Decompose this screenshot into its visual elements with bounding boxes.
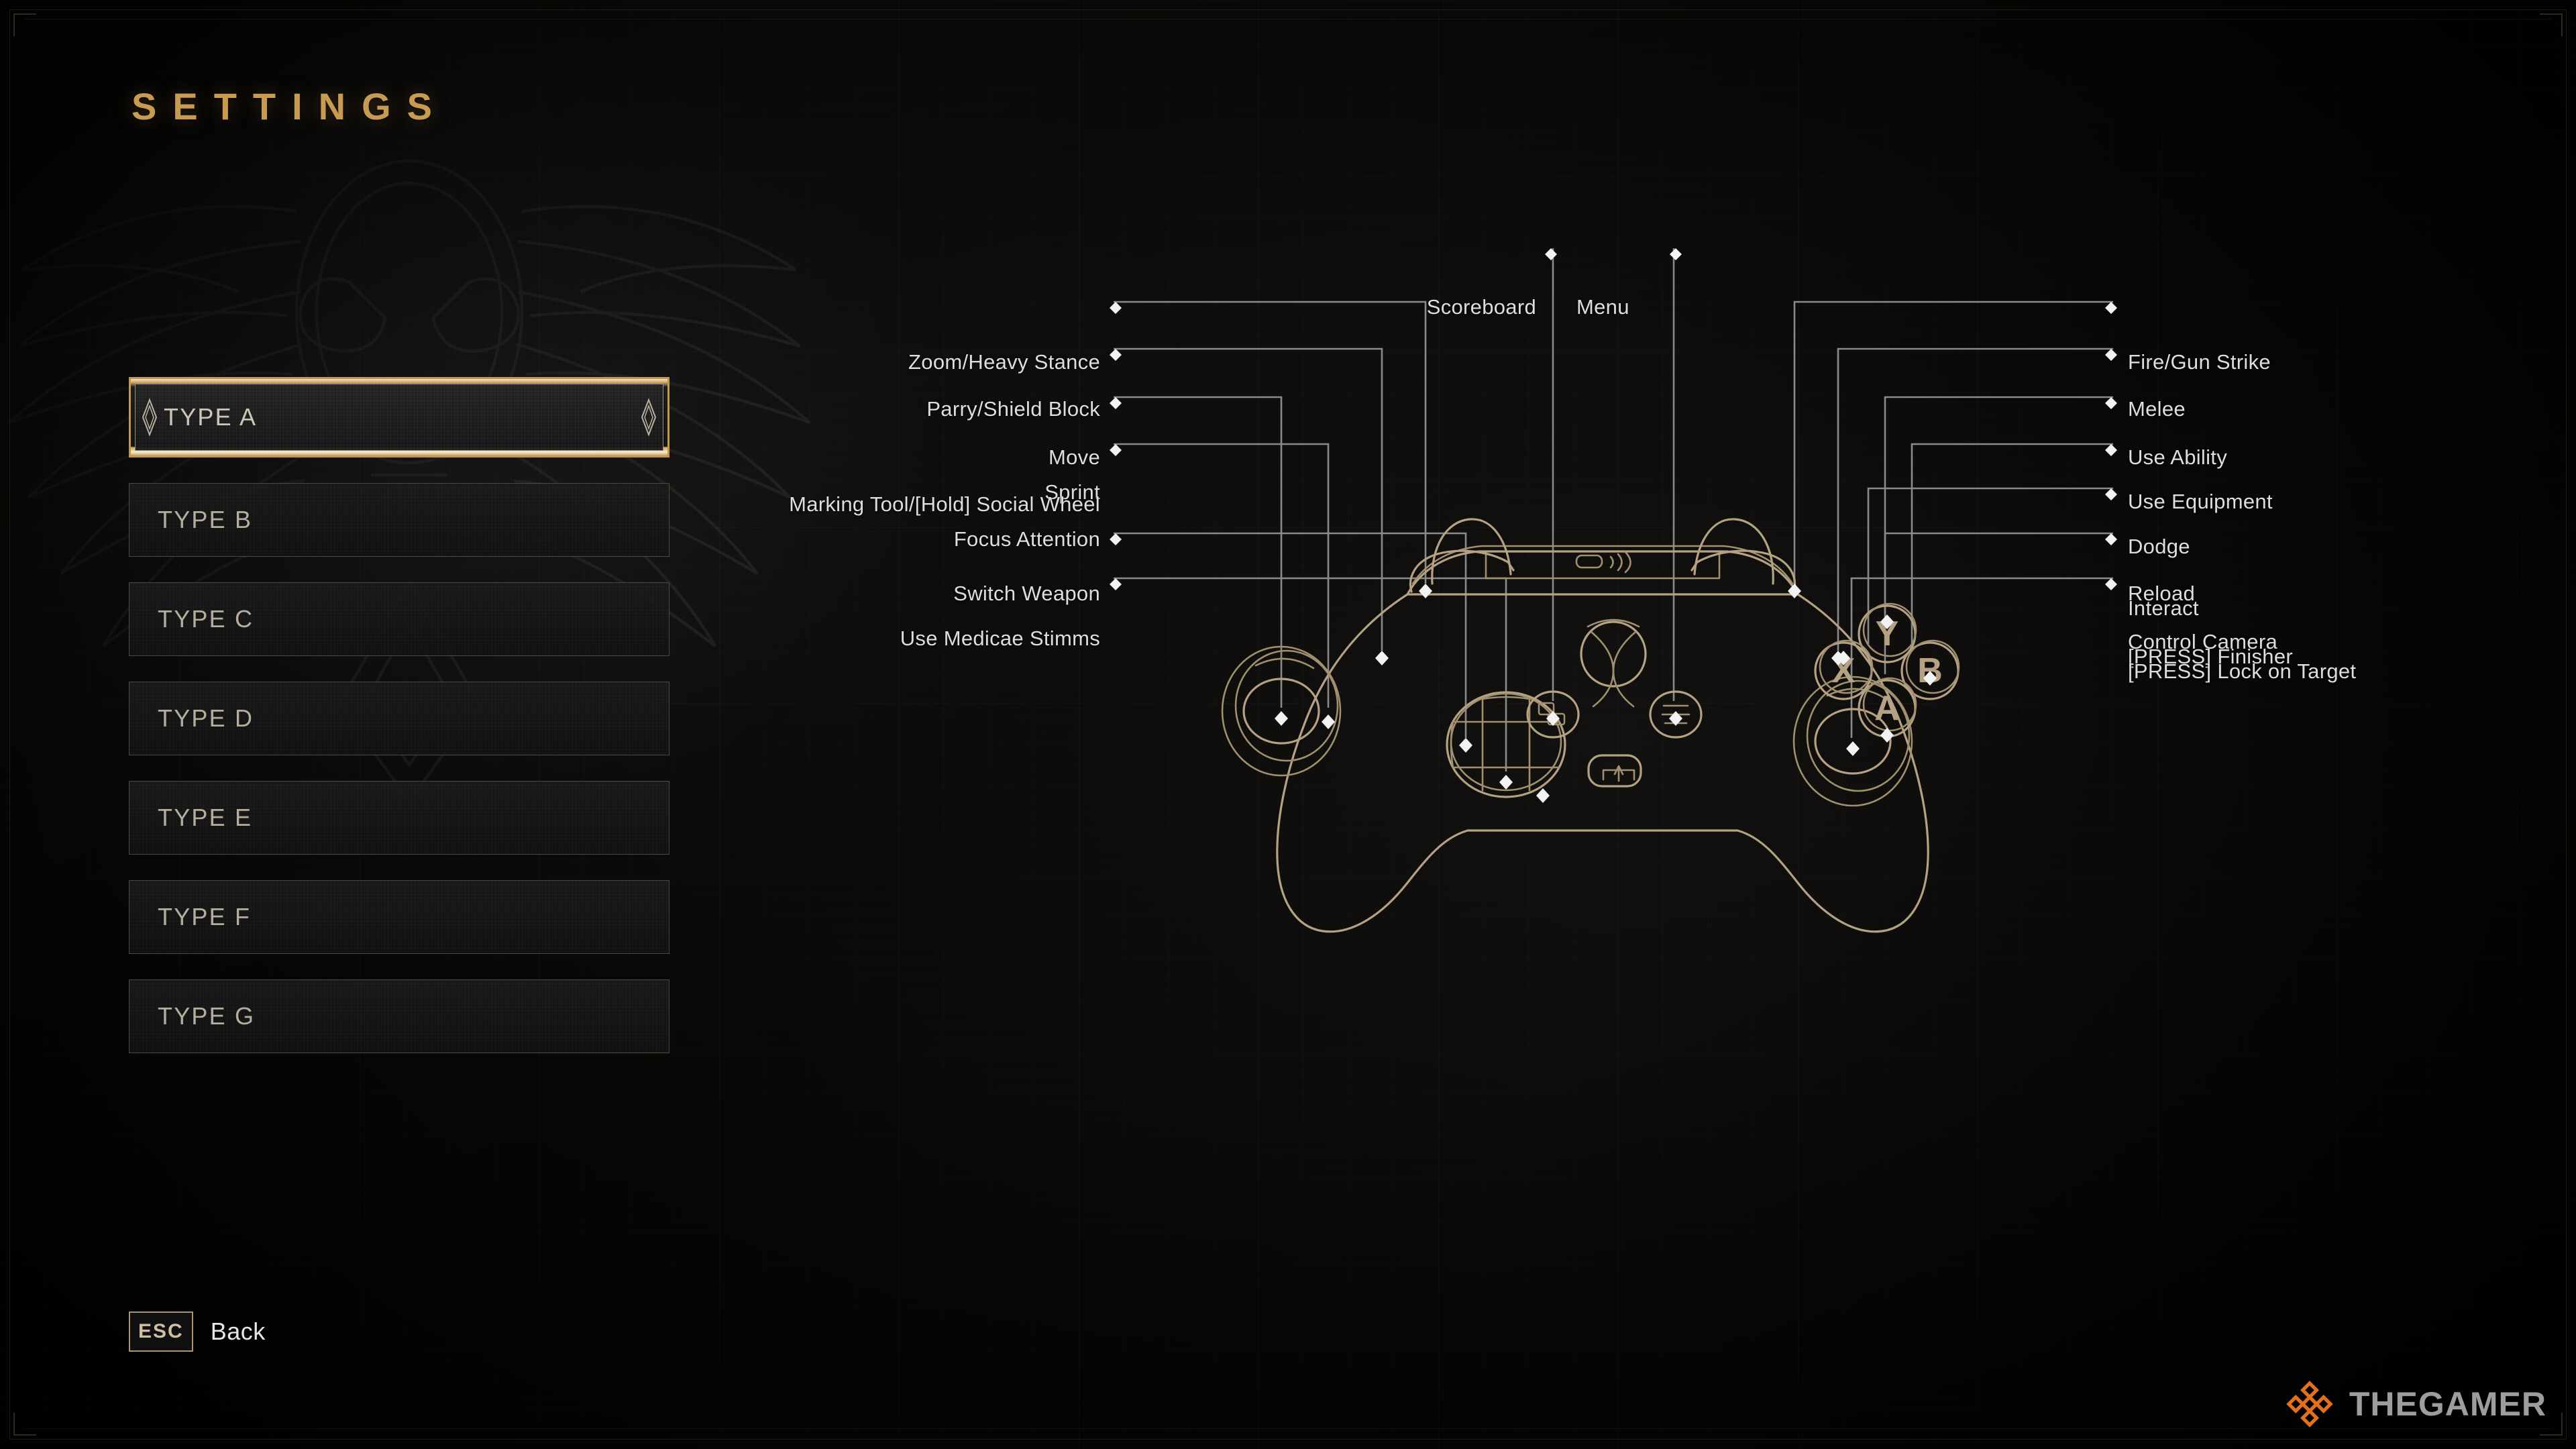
chevron-left-icon xyxy=(142,398,158,437)
face-button-b: B xyxy=(1900,639,1960,700)
label-use-ability: Use Ability xyxy=(2128,445,2228,469)
label-zoom-heavy-stance: Zoom/Heavy Stance xyxy=(908,350,1100,374)
label-use-medicae-stimms: Use Medicae Stimms xyxy=(900,627,1100,650)
sidebar-item-type-d[interactable]: TYPE D xyxy=(129,682,669,755)
label-switch-weapon: Switch Weapon xyxy=(953,582,1100,605)
label-dodge: Dodge xyxy=(2128,535,2190,558)
label-parry-shield-block: Parry/Shield Block xyxy=(926,397,1100,421)
label-move: Move xyxy=(1048,445,1100,469)
sidebar-item-type-e[interactable]: TYPE E xyxy=(129,781,669,855)
label-focus-attention: Focus Attention xyxy=(953,527,1100,551)
esc-key-cap: ESC xyxy=(129,1311,193,1352)
page-title: SETTINGS xyxy=(131,85,449,127)
thegamer-wordmark: THEGAMER xyxy=(2349,1385,2546,1423)
chevron-right-icon xyxy=(641,398,657,437)
sidebar-item-label: TYPE C xyxy=(158,605,254,633)
sidebar-item-label: TYPE E xyxy=(158,804,253,831)
thegamer-diamond-icon xyxy=(2286,1381,2333,1428)
sidebar-item-label: TYPE F xyxy=(158,903,252,930)
leader-lines xyxy=(1114,248,2113,771)
back-label: Back xyxy=(210,1318,266,1345)
xbox-logo-icon xyxy=(1580,619,1647,708)
footer-back-action[interactable]: ESC Back xyxy=(129,1311,266,1352)
sidebar-item-type-b[interactable]: TYPE B xyxy=(129,483,669,557)
sidebar-item-type-a[interactable]: TYPE A xyxy=(129,377,669,458)
corner-mark-top-left xyxy=(13,13,36,36)
label-fire-gun-strike: Fire/Gun Strike xyxy=(2128,350,2271,374)
sidebar-item-type-f[interactable]: TYPE F xyxy=(129,880,669,954)
share-button-icon xyxy=(1587,754,1642,788)
label-melee: Melee xyxy=(2128,397,2186,421)
label-press-lock-on-target: [PRESS] Lock on Target xyxy=(2128,659,2357,683)
sidebar-item-label: TYPE D xyxy=(158,704,254,732)
label-interact: Interact xyxy=(2128,596,2199,620)
corner-mark-bottom-left xyxy=(13,1413,36,1436)
sidebar-item-label: TYPE G xyxy=(158,1002,256,1030)
svg-text:A: A xyxy=(1874,689,1900,728)
label-marking-tool: Marking Tool/[Hold] Social Wheel xyxy=(789,492,1100,516)
sidebar-item-label: TYPE B xyxy=(158,506,253,533)
sidebar-item-type-c[interactable]: TYPE C xyxy=(129,582,669,656)
corner-mark-top-right xyxy=(2540,13,2563,36)
label-use-equipment: Use Equipment xyxy=(2128,490,2273,513)
controller-binding-diagram: .cl { fill:none; stroke:#b5a183; stroke-… xyxy=(684,181,2536,1174)
sidebar-item-type-g[interactable]: TYPE G xyxy=(129,979,669,1053)
thegamer-watermark: THEGAMER xyxy=(2285,1379,2546,1429)
anchor-markers xyxy=(1110,248,2117,803)
label-menu: Menu xyxy=(1576,295,1629,319)
sidebar-item-label: TYPE A xyxy=(164,403,258,431)
controller-body: Y X B A xyxy=(1221,518,1960,933)
label-scoreboard: Scoreboard xyxy=(1426,295,1536,319)
control-scheme-list: TYPE A TYPE B TYPE C TYPE D TYPE E TYPE … xyxy=(129,377,669,1079)
